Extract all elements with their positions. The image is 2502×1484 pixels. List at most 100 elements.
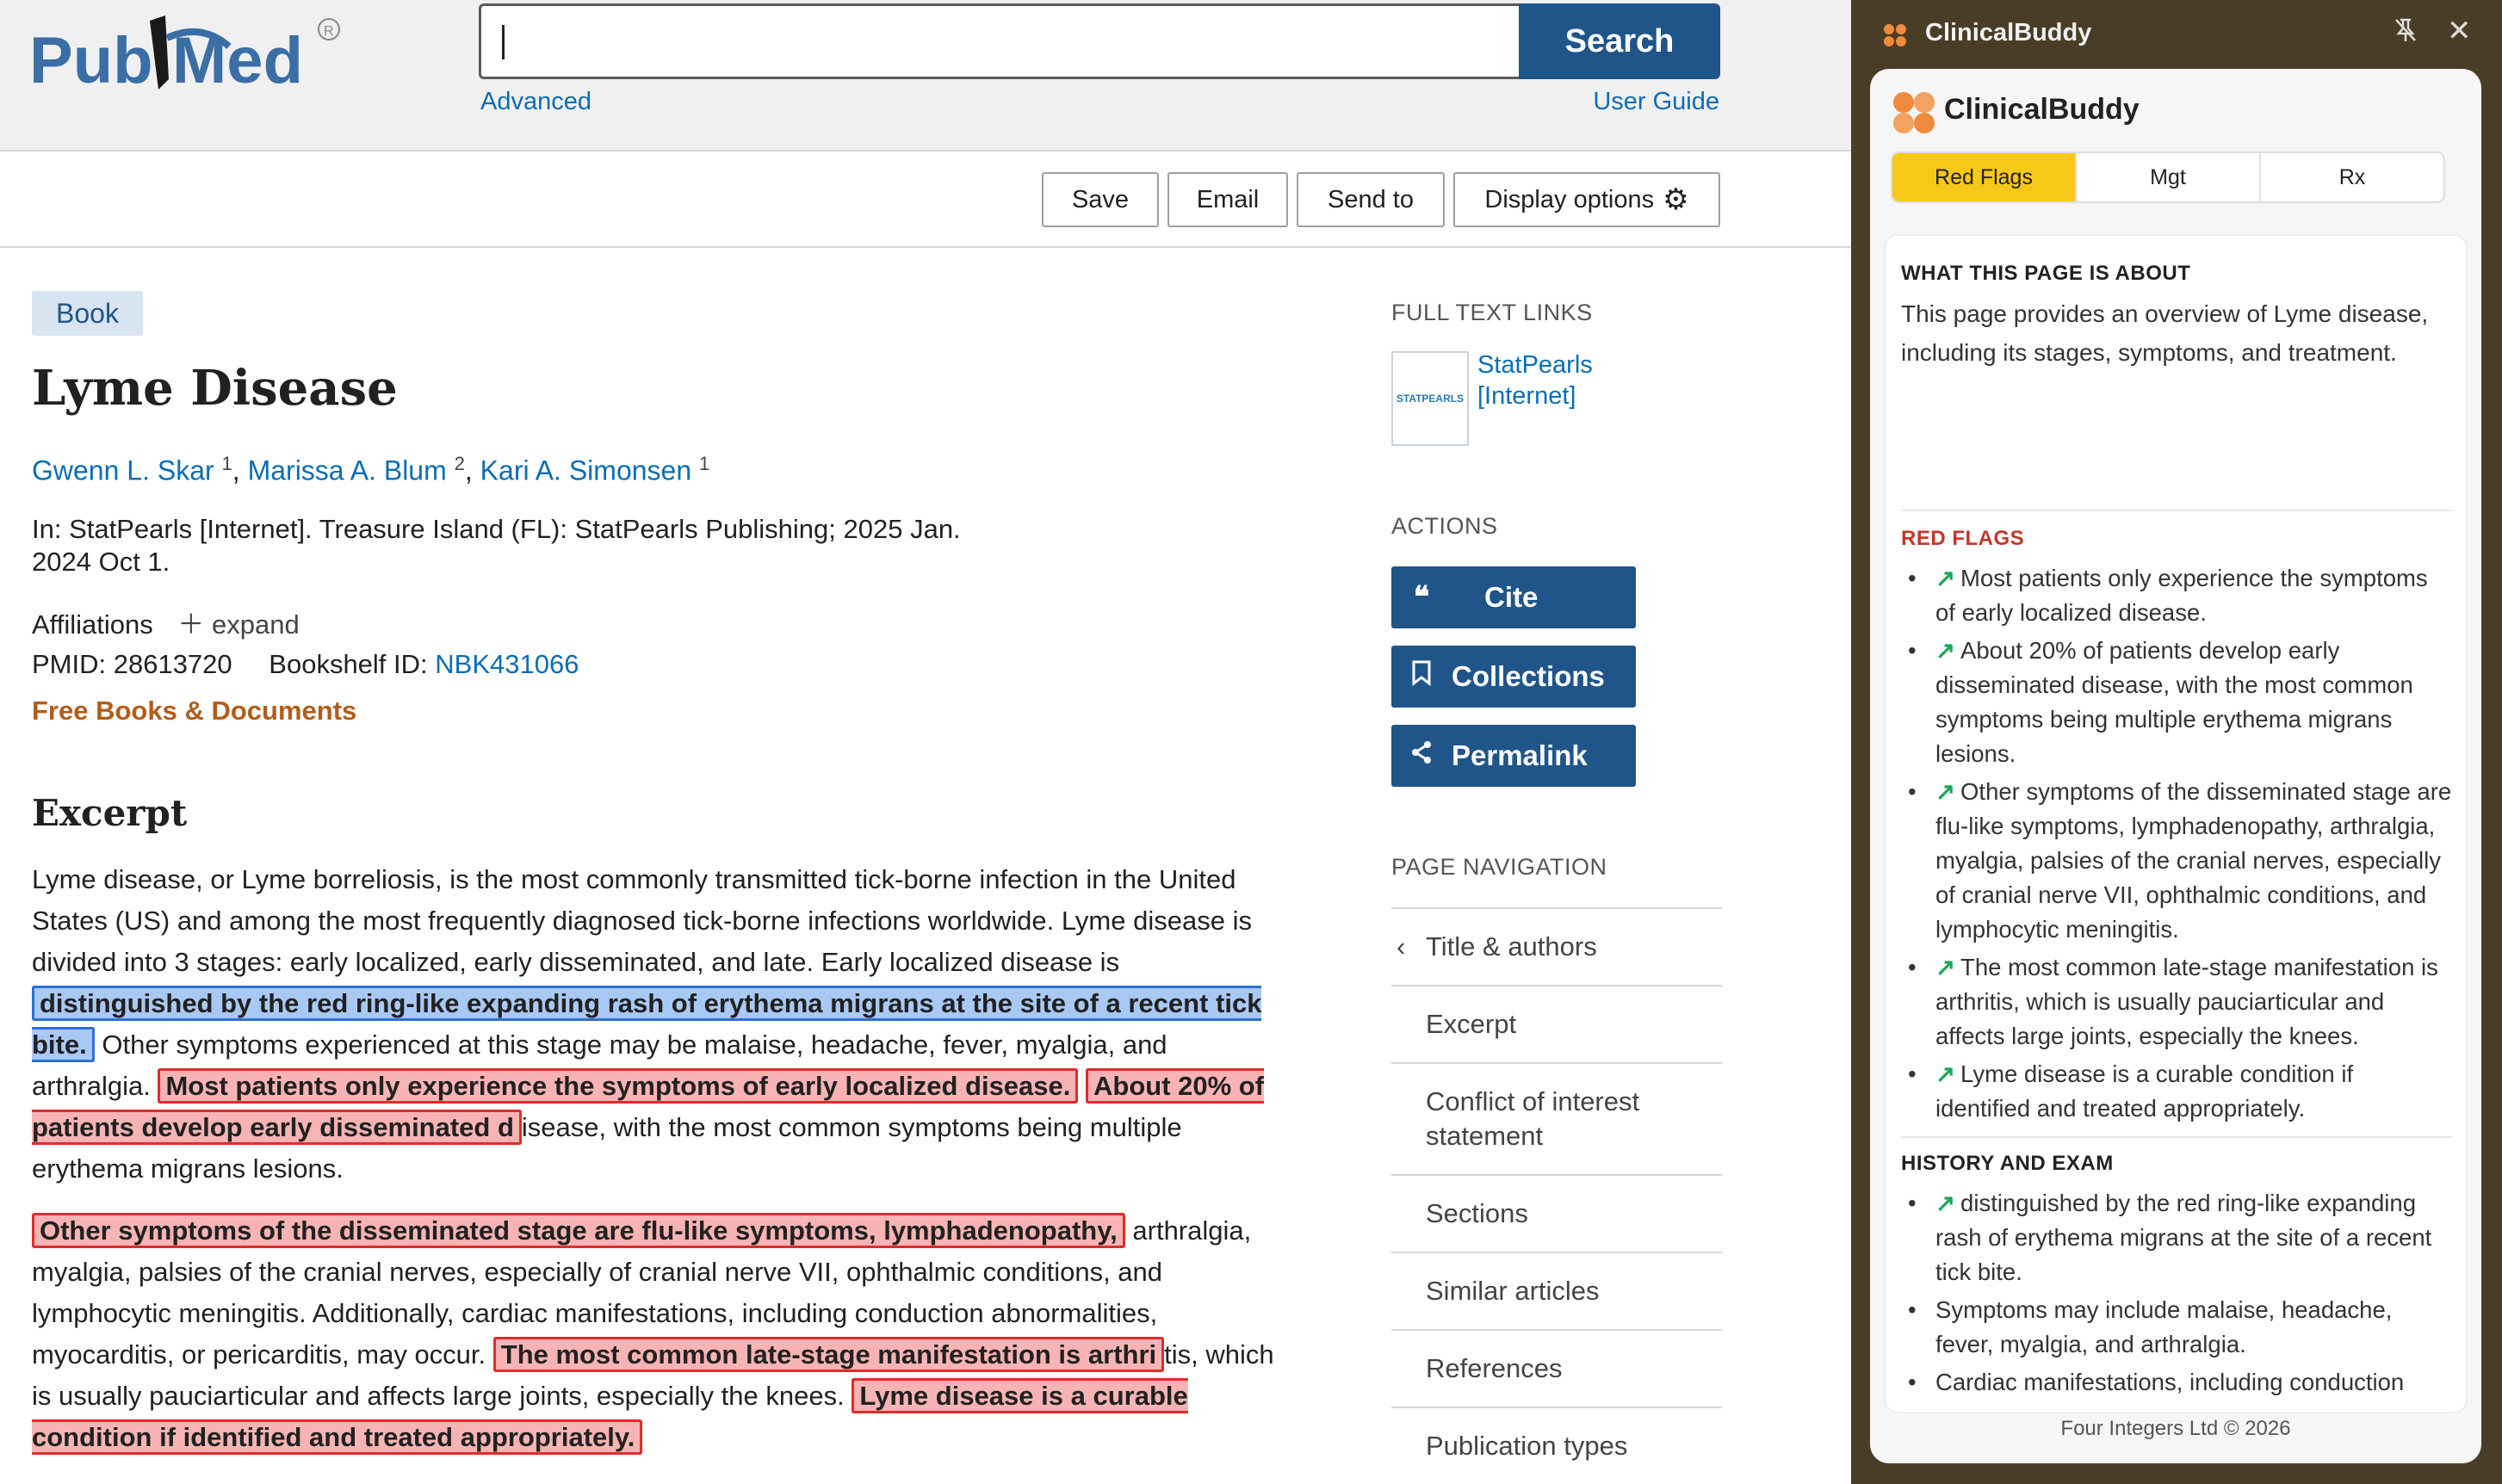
history-text: Cardiac manifestations, including conduc…	[1935, 1369, 2405, 1395]
affiliations-label: Affiliations	[32, 609, 153, 640]
divider	[1901, 510, 2452, 511]
app-name: ClinicalBuddy	[1944, 93, 2140, 126]
jump-arrow-icon[interactable]: ↗	[1935, 637, 1955, 664]
affiliation-ref[interactable]: 2	[455, 453, 465, 474]
nav-excerpt[interactable]: Excerpt	[1391, 985, 1722, 1062]
red-flag-text: The most common late-stage manifestation…	[1935, 954, 2438, 1049]
nav-label: Publication types	[1426, 1431, 1628, 1461]
tab-bar: Red Flags Mgt Rx	[1891, 151, 2445, 203]
pubmed-header: Pub Med R Search Advanced User Guide	[0, 0, 1851, 151]
red-flag-text: Most patients only experience the sympto…	[1935, 565, 2428, 626]
about-section: WHAT THIS PAGE IS ABOUT This page provid…	[1901, 262, 2452, 372]
expand-label: expand	[211, 609, 300, 640]
citation-source: In: StatPearls [Internet]. Treasure Isla…	[32, 514, 961, 544]
close-icon[interactable]: ✕	[2447, 14, 2472, 48]
red-flags-section: RED FLAGS ↗Most patients only experience…	[1901, 527, 2452, 1129]
tab-red-flags[interactable]: Red Flags	[1892, 153, 2077, 201]
affiliations-expand[interactable]: ＋ expand	[177, 609, 299, 640]
history-text: Symptoms may include malaise, headache, …	[1935, 1296, 2393, 1357]
list-item[interactable]: ↗The most common late-stage manifestatio…	[1901, 950, 2452, 1054]
list-item[interactable]: ↗Lyme disease is a curable condition if …	[1901, 1057, 2452, 1126]
author-link[interactable]: Marissa A. Blum	[248, 455, 447, 486]
collections-button[interactable]: Collections	[1391, 646, 1636, 708]
nav-sections[interactable]: Sections	[1391, 1174, 1722, 1252]
affiliations-row: Affiliations ＋ expand	[32, 603, 300, 641]
author-list: Gwenn L. Skar 1, Marissa A. Blum 2, Kari…	[32, 453, 710, 486]
about-text: This page provides an overview of Lyme d…	[1901, 300, 2429, 366]
pubmed-logo[interactable]: Pub Med R	[29, 12, 348, 107]
search-input[interactable]	[479, 3, 1520, 79]
nav-title-authors[interactable]: ‹ Title & authors	[1391, 907, 1722, 985]
jump-arrow-icon[interactable]: ↗	[1935, 1060, 1955, 1087]
clinicalbuddy-logo-icon	[1891, 90, 1937, 140]
window-titlebar: ClinicalBuddy ✕	[1851, 0, 2502, 69]
search-button[interactable]: Search	[1519, 3, 1720, 79]
bookshelf-id-link[interactable]: NBK431066	[435, 649, 579, 679]
cite-label: Cite	[1484, 581, 1539, 613]
jump-arrow-icon[interactable]: ↗	[1935, 1190, 1955, 1216]
tab-mgt[interactable]: Mgt	[2077, 153, 2261, 201]
excerpt-body: Lyme disease, or Lyme borreliosis, is th…	[32, 859, 1280, 1479]
nav-publication-types[interactable]: Publication types	[1391, 1407, 1722, 1484]
email-button[interactable]: Email	[1167, 172, 1288, 227]
bookmark-icon	[1391, 660, 1452, 694]
excerpt-paragraph: Lyme disease, or Lyme borreliosis, is th…	[32, 859, 1280, 1190]
publication-type-badge: Book	[32, 291, 143, 336]
nav-conflict-of-interest[interactable]: Conflict of interest statement	[1391, 1062, 1722, 1174]
author-link[interactable]: Kari A. Simonsen	[480, 455, 691, 486]
list-item: Cardiac manifestations, including conduc…	[1901, 1365, 2452, 1400]
about-heading: WHAT THIS PAGE IS ABOUT	[1901, 262, 2191, 285]
nav-similar-articles[interactable]: Similar articles	[1391, 1252, 1722, 1329]
clinicalbuddy-panel: ClinicalBuddy Red Flags Mgt Rx WHAT THIS…	[1870, 69, 2481, 1463]
display-options-button[interactable]: Display options ⚙	[1453, 172, 1720, 227]
user-guide-link[interactable]: User Guide	[1593, 88, 1719, 116]
actions-heading: ACTIONS	[1391, 513, 1498, 539]
article-title: Lyme Disease	[32, 360, 398, 417]
author-link[interactable]: Gwenn L. Skar	[32, 455, 214, 486]
citation-date: 2024 Oct 1.	[32, 547, 170, 577]
permalink-label: Permalink	[1452, 739, 1588, 771]
list-item[interactable]: ↗Most patients only experience the sympt…	[1901, 561, 2452, 630]
article-toolbar: Save Email Send to Display options ⚙	[0, 153, 1851, 248]
plus-icon: ＋	[177, 609, 205, 640]
free-books-link[interactable]: Free Books & Documents	[32, 696, 356, 727]
jump-arrow-icon[interactable]: ↗	[1935, 565, 1955, 591]
page-navigation-heading: PAGE NAVIGATION	[1391, 854, 1607, 880]
jump-arrow-icon[interactable]: ↗	[1935, 954, 1955, 980]
excerpt-paragraph: Other symptoms of the disseminated stage…	[32, 1210, 1280, 1458]
svg-text:R: R	[324, 24, 334, 39]
chevron-left-icon: ‹	[1397, 931, 1406, 962]
history-exam-heading: HISTORY AND EXAM	[1901, 1152, 2114, 1175]
send-to-button[interactable]: Send to	[1297, 172, 1445, 227]
red-flag-text: About 20% of patients develop early diss…	[1935, 637, 2413, 767]
affiliation-ref[interactable]: 1	[699, 453, 709, 474]
pmid: PMID: 28613720	[32, 649, 232, 679]
nav-references[interactable]: References	[1391, 1329, 1722, 1407]
red-flag-highlight[interactable]: The most common late-stage manifestation…	[492, 1337, 1165, 1372]
list-item[interactable]: ↗Other symptoms of the disseminated stag…	[1901, 775, 2452, 947]
statpearls-logo[interactable]: STATPEARLS	[1391, 351, 1469, 446]
citation: In: StatPearls [Internet]. Treasure Isla…	[32, 513, 1091, 578]
page-navigation: ‹ Title & authors Excerpt Conflict of int…	[1391, 907, 1722, 1484]
svg-text:Pub: Pub	[29, 24, 153, 97]
permalink-button[interactable]: Permalink	[1391, 725, 1636, 787]
red-flag-highlight[interactable]: Most patients only experience the sympto…	[158, 1068, 1079, 1104]
save-button[interactable]: Save	[1042, 172, 1159, 227]
affiliation-ref[interactable]: 1	[222, 453, 232, 474]
red-flag-highlight[interactable]: Other symptoms of the disseminated stage…	[32, 1213, 1125, 1248]
list-item[interactable]: ↗About 20% of patients develop early dis…	[1901, 634, 2452, 771]
tab-rx[interactable]: Rx	[2261, 153, 2443, 201]
unpin-icon[interactable]	[2394, 17, 2418, 50]
statpearls-link[interactable]: StatPearls [Internet]	[1477, 349, 1650, 411]
share-icon	[1391, 739, 1452, 773]
list-item: Symptoms may include malaise, headache, …	[1901, 1293, 2452, 1362]
jump-arrow-icon[interactable]: ↗	[1935, 778, 1955, 805]
clinicalbuddy-window: ClinicalBuddy ✕ ClinicalBuddy Red Flags …	[1851, 0, 2502, 1484]
nav-label: Sections	[1426, 1198, 1528, 1228]
content-card[interactable]: WHAT THIS PAGE IS ABOUT This page provid…	[1884, 234, 2468, 1413]
cite-button[interactable]: ❝ Cite	[1391, 566, 1636, 628]
list-item[interactable]: ↗distinguished by the red ring-like expa…	[1901, 1186, 2452, 1289]
bookshelf-label: Bookshelf ID:	[269, 649, 428, 679]
nav-label: Similar articles	[1426, 1276, 1600, 1306]
advanced-search-link[interactable]: Advanced	[480, 88, 591, 116]
